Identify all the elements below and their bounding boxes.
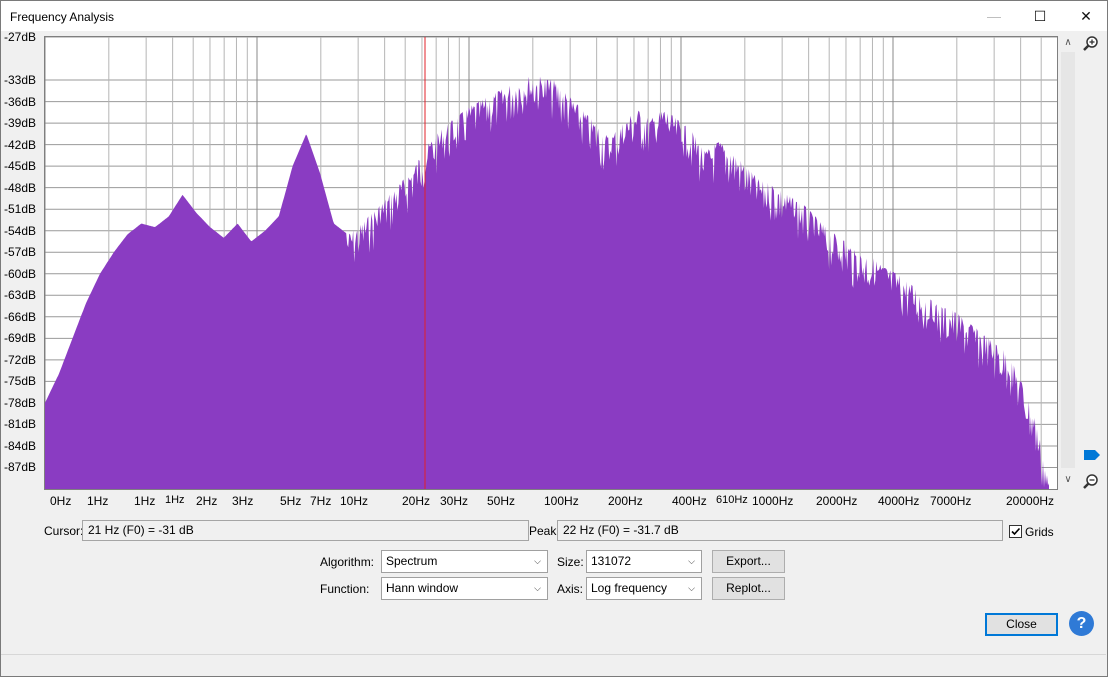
maximize-icon: ☐ — [1033, 8, 1047, 24]
y-tick-label: -66dB — [4, 309, 37, 324]
grids-label[interactable]: Grids — [1025, 525, 1054, 539]
chevron-down-icon: ⌵ — [534, 583, 541, 593]
size-select[interactable]: 131072 ⌵ — [586, 550, 702, 573]
y-tick-label: -84dB — [4, 438, 37, 453]
x-tick-label: 200Hz — [608, 494, 643, 508]
x-tick-label: 4000Hz — [878, 494, 920, 508]
function-select[interactable]: Hann window ⌵ — [381, 577, 548, 600]
y-tick-label: -48dB — [4, 180, 37, 195]
y-tick-label: -36dB — [4, 94, 37, 109]
algorithm-select[interactable]: Spectrum ⌵ — [381, 550, 548, 573]
zoom-in-icon[interactable] — [1081, 34, 1101, 54]
function-label: Function: — [320, 582, 370, 596]
export-button[interactable]: Export... — [712, 550, 785, 573]
y-tick-label: -33dB — [4, 73, 37, 88]
algorithm-label: Algorithm: — [320, 555, 375, 569]
x-tick-label: 0Hz — [50, 494, 72, 508]
x-tick-label: 10Hz — [340, 494, 369, 508]
y-tick-label: -57dB — [4, 245, 37, 260]
x-tick-label: 20Hz — [402, 494, 431, 508]
x-tick-label: 20000Hz — [1006, 494, 1055, 508]
x-tick-label: 7Hz — [310, 494, 332, 508]
x-tick-label: 2Hz — [196, 494, 218, 508]
vertical-zoom-track[interactable] — [1061, 52, 1075, 468]
zoom-out-icon[interactable] — [1081, 472, 1101, 492]
grids-checkbox[interactable] — [1009, 525, 1022, 538]
x-tick-label: 3Hz — [232, 494, 254, 508]
function-value: Hann window — [386, 581, 459, 595]
chevron-down-icon: ⌵ — [688, 556, 695, 566]
cursor-label: Cursor: — [44, 524, 84, 538]
x-tick-label: 30Hz — [440, 494, 469, 508]
spectrum-chart[interactable] — [45, 37, 1057, 489]
y-tick-label: -75dB — [4, 374, 37, 389]
size-value: 131072 — [591, 554, 632, 568]
y-tick-label: -39dB — [4, 116, 37, 131]
y-tick-label: -54dB — [4, 223, 37, 238]
x-tick-label: 50Hz — [487, 494, 516, 508]
cursor-readout: 21 Hz (F0) = -31 dB — [82, 520, 529, 541]
scroll-up-arrow[interactable]: ∧ — [1061, 37, 1075, 49]
chevron-down-icon: ⌵ — [688, 583, 695, 593]
close-window-button[interactable]: ✕ — [1063, 1, 1108, 31]
y-tick-label: -63dB — [4, 288, 37, 303]
x-tick-label: 1Hz — [134, 494, 156, 508]
axis-value: Log frequency — [591, 581, 668, 595]
y-tick-label: -42dB — [4, 137, 37, 152]
size-label: Size: — [557, 555, 584, 569]
x-tick-label: 1Hz — [165, 494, 185, 506]
x-tick-label: 100Hz — [544, 494, 579, 508]
status-bar — [1, 654, 1106, 676]
axis-label: Axis: — [557, 582, 584, 596]
peak-readout: 22 Hz (F0) = -31.7 dB — [557, 520, 1003, 541]
peak-label: Peak: — [529, 524, 560, 538]
minimize-button[interactable]: — — [971, 1, 1017, 31]
y-tick-label: -60dB — [4, 266, 37, 281]
x-tick-label: 7000Hz — [930, 494, 972, 508]
y-tick-label: -69dB — [4, 331, 37, 346]
x-tick-label: 5Hz — [280, 494, 302, 508]
close-icon: ✕ — [1080, 8, 1092, 24]
y-tick-label: -72dB — [4, 352, 37, 367]
y-tick-label: -81dB — [4, 417, 37, 432]
window-title: Frequency Analysis — [10, 10, 115, 24]
x-tick-label: 610Hz — [716, 494, 748, 506]
y-tick-label: -87dB — [4, 460, 37, 475]
x-tick-label: 1000Hz — [752, 494, 794, 508]
x-tick-label: 2000Hz — [816, 494, 858, 508]
check-icon — [1011, 527, 1021, 536]
title-bar[interactable]: Frequency Analysis — ☐ ✕ — [1, 1, 1107, 31]
maximize-button[interactable]: ☐ — [1017, 1, 1063, 31]
spectrum-plot[interactable] — [44, 36, 1058, 490]
help-icon: ? — [1076, 615, 1087, 632]
algorithm-value: Spectrum — [386, 554, 438, 568]
minimize-icon: — — [987, 8, 1001, 24]
y-tick-label: -78dB — [4, 395, 37, 410]
zoom-slider-thumb[interactable] — [1083, 449, 1101, 461]
chevron-down-icon: ⌵ — [534, 556, 541, 566]
x-tick-label: 1Hz — [87, 494, 109, 508]
spectrum-area — [45, 76, 1049, 489]
y-tick-label: -45dB — [4, 159, 37, 174]
scroll-down-arrow[interactable]: ∨ — [1061, 474, 1075, 486]
y-tick-label: -27dB — [4, 30, 37, 44]
help-button[interactable]: ? — [1069, 611, 1094, 636]
axis-select[interactable]: Log frequency ⌵ — [586, 577, 702, 600]
x-tick-label: 400Hz — [672, 494, 707, 508]
replot-button[interactable]: Replot... — [712, 577, 785, 600]
close-button[interactable]: Close — [985, 613, 1058, 636]
y-tick-label: -51dB — [4, 202, 37, 217]
